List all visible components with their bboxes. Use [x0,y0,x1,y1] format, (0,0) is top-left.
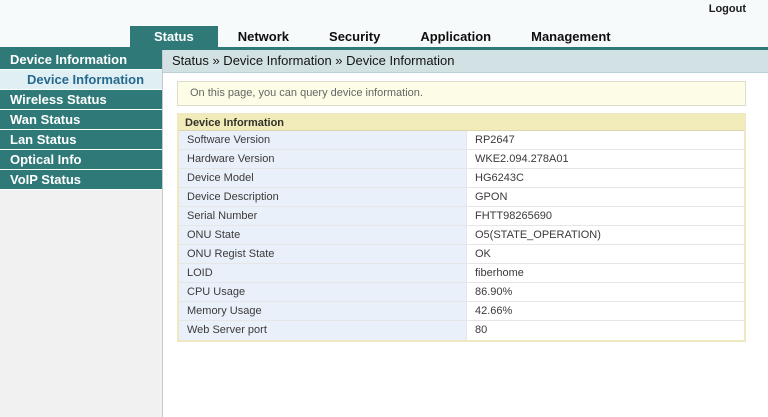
row-value: fiberhome [467,264,744,282]
nav-tabs: Status Network Security Application Manageme… [0,26,768,47]
sidebar-item-wireless-status[interactable]: Wireless Status [0,90,162,110]
row-label: ONU Regist State [179,245,467,263]
row-value: FHTT98265690 [467,207,744,225]
row-label: Memory Usage [179,302,467,320]
sidebar-subitem-device-information[interactable]: Device Information [0,70,162,90]
row-label: ONU State [179,226,467,244]
row-value: OK [467,245,744,263]
tab-network[interactable]: Network [218,26,309,47]
table-row: ONU Regist State OK [179,245,744,264]
table-row: Hardware Version WKE2.094.278A01 [179,150,744,169]
table-row: LOID fiberhome [179,264,744,283]
row-value: 42.66% [467,302,744,320]
table-row: Web Server port 80 [179,321,744,340]
sidebar-item-lan-status[interactable]: Lan Status [0,130,162,150]
content-area: Status » Device Information » Device Inf… [163,50,768,417]
top-bar: Logout [0,0,768,26]
table-body: Software Version RP2647 Hardware Version… [179,131,744,340]
table-row: Software Version RP2647 [179,131,744,150]
row-label: Web Server port [179,321,467,340]
tab-application[interactable]: Application [400,26,511,47]
row-label: Software Version [179,131,467,149]
row-value: GPON [467,188,744,206]
main-layout: Device Information Device Information Wire… [0,50,768,417]
tab-security[interactable]: Security [309,26,400,47]
row-value: HG6243C [467,169,744,187]
row-label: Hardware Version [179,150,467,168]
router-admin-page: Logout Status Network Security Application M… [0,0,768,417]
table-row: Device Description GPON [179,188,744,207]
row-label: Device Model [179,169,467,187]
row-label: Device Description [179,188,467,206]
page-notice: On this page, you can query device infor… [177,81,746,106]
table-row: Device Model HG6243C [179,169,744,188]
sidebar-item-wan-status[interactable]: Wan Status [0,110,162,130]
sidebar-item-device-information[interactable]: Device Information [0,50,162,70]
table-title: Device Information [179,115,744,131]
row-value: WKE2.094.278A01 [467,150,744,168]
row-label: CPU Usage [179,283,467,301]
row-label: Serial Number [179,207,467,225]
table-row: Serial Number FHTT98265690 [179,207,744,226]
device-info-table: Device Information Software Version RP26… [177,113,746,342]
row-value: O5(STATE_OPERATION) [467,226,744,244]
table-row: Memory Usage 42.66% [179,302,744,321]
row-value: RP2647 [467,131,744,149]
sidebar-item-voip-status[interactable]: VoIP Status [0,170,162,190]
row-value: 86.90% [467,283,744,301]
table-row: ONU State O5(STATE_OPERATION) [179,226,744,245]
row-label: LOID [179,264,467,282]
logout-link[interactable]: Logout [709,3,746,15]
table-row: CPU Usage 86.90% [179,283,744,302]
sidebar-menu: Device Information Device Information Wire… [0,50,163,417]
tab-status[interactable]: Status [130,26,218,47]
row-value: 80 [467,321,744,340]
sidebar-item-optical-info[interactable]: Optical Info [0,150,162,170]
breadcrumb: Status » Device Information » Device Inf… [163,50,768,73]
tab-management[interactable]: Management [511,26,630,47]
